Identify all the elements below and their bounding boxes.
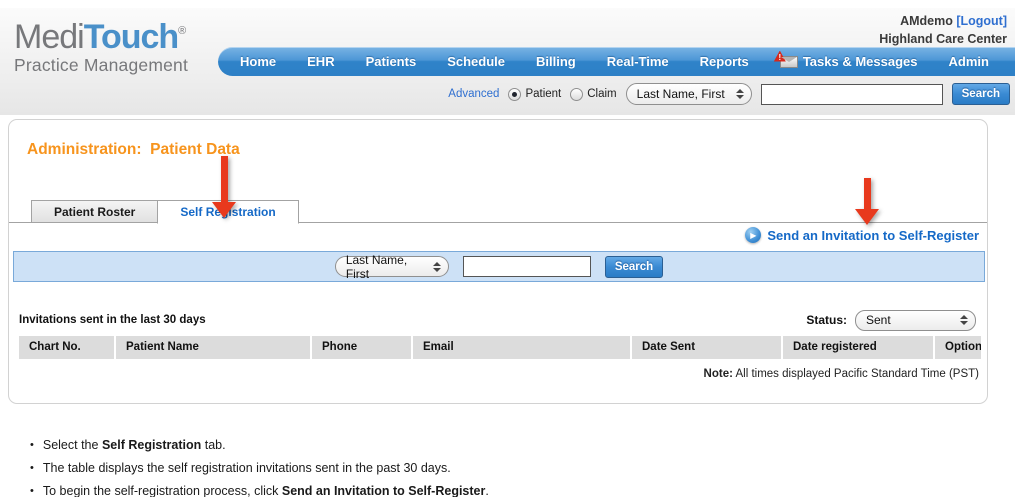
stepper-arrows-icon <box>735 89 744 99</box>
send-invitation-link[interactable]: Send an Invitation to Self-Register <box>767 228 979 243</box>
logo-wordmark: MediTouch® <box>14 20 188 54</box>
search-type-select-value: Last Name, First <box>636 87 725 101</box>
advanced-search-link[interactable]: Advanced <box>448 88 499 100</box>
tab-bar: Patient Roster Self Registration <box>31 200 299 224</box>
instruction-pre: Select the <box>42 438 102 452</box>
tab-patient-roster[interactable]: Patient Roster <box>31 200 158 223</box>
filter-search-button[interactable]: Search <box>604 255 664 278</box>
app-header: MediTouch® Practice Management AMdemo [L… <box>0 8 1015 115</box>
column-header-options: Options <box>935 336 981 359</box>
nav-item-reports[interactable]: Reports <box>700 54 749 69</box>
timezone-note: Note: All times displayed Pacific Standa… <box>704 368 979 380</box>
instruction-list: • Select the Self Registration tab. • Th… <box>30 438 1015 497</box>
list-item: • The table displays the self registrati… <box>30 461 1015 476</box>
logo-subtitle: Practice Management <box>14 55 189 75</box>
status-select-value: Sent <box>866 313 891 327</box>
global-search-row: Advanced Patient Claim Last Name, First … <box>448 83 1010 105</box>
column-header-patient-name: Patient Name <box>116 336 310 359</box>
stepper-arrows-icon <box>432 261 441 272</box>
list-item: • Select the Self Registration tab. <box>30 438 1015 453</box>
username: AMdemo <box>900 14 953 28</box>
top-strip <box>0 0 1015 8</box>
user-info: AMdemo [Logout] Highland Care Center <box>879 12 1007 48</box>
instruction-bold: Send an Invitation to Self-Register <box>281 484 486 497</box>
note-label: Note: <box>703 368 733 380</box>
instruction-bold: Self Registration <box>101 438 202 452</box>
claim-radio-group[interactable]: Claim <box>570 87 617 101</box>
page-title: Administration: Patient Data <box>27 141 240 158</box>
instruction-pre: To begin the self-registration process, … <box>42 484 282 497</box>
status-filter-group: Status: Sent <box>806 309 976 331</box>
red-arrow-send-invitation <box>855 178 879 225</box>
column-header-phone: Phone <box>312 336 411 359</box>
list-item: • To begin the self-registration process… <box>30 484 1015 497</box>
nav-item-home[interactable]: Home <box>240 54 276 69</box>
filter-select[interactable]: Last Name, First <box>334 253 449 281</box>
nav-item-admin[interactable]: Admin <box>949 54 989 69</box>
status-select[interactable]: Sent <box>855 309 976 331</box>
instruction-text: Select the Self Registration tab. <box>43 438 226 453</box>
nav-item-tasks-messages-label: Tasks & Messages <box>802 54 918 69</box>
instruction-post: . <box>485 484 489 497</box>
nav-item-real-time[interactable]: Real-Time <box>607 54 669 69</box>
status-label: Status: <box>806 313 847 327</box>
claim-radio[interactable] <box>570 87 584 101</box>
search-type-select[interactable]: Last Name, First <box>625 83 752 105</box>
invitation-filter-bar: Last Name, First Search <box>13 251 985 282</box>
column-header-date-sent: Date Sent <box>632 336 781 359</box>
filter-search-input[interactable] <box>462 256 591 277</box>
registered-mark-icon: ® <box>178 25 186 37</box>
patient-radio-label: Patient <box>525 88 562 100</box>
meditouch-logo: MediTouch® Practice Management <box>14 20 188 75</box>
global-search-input[interactable] <box>760 83 943 105</box>
envelope-alert-icon: ! <box>773 50 798 68</box>
send-invitation-row[interactable]: ▶ Send an Invitation to Self-Register <box>745 227 979 243</box>
logout-link[interactable]: [Logout] <box>956 14 1007 28</box>
global-search-button[interactable]: Search <box>951 83 1010 105</box>
invitations-table-header: Chart No. Patient Name Phone Email Date … <box>19 336 981 359</box>
instruction-text: To begin the self-registration process, … <box>43 484 489 497</box>
stepper-arrows-icon <box>960 315 968 325</box>
status-row: Invitations sent in the last 30 days Sta… <box>19 309 976 331</box>
column-header-chart-no: Chart No. <box>19 336 114 359</box>
logo-medi: Medi <box>14 18 85 56</box>
user-line: AMdemo [Logout] <box>879 12 1007 30</box>
filter-select-value: Last Name, First <box>345 252 408 281</box>
bullet-icon: • <box>30 462 34 474</box>
nav-item-patients[interactable]: Patients <box>366 54 417 69</box>
nav-item-ehr[interactable]: EHR <box>307 54 334 69</box>
instruction-pre: The table displays the self registration… <box>42 461 451 475</box>
alert-triangle-icon: ! <box>773 50 786 62</box>
bullet-icon: • <box>30 439 34 451</box>
patient-radio-group[interactable]: Patient <box>508 87 562 101</box>
main-navbar: Home EHR Patients Schedule Billing Real-… <box>218 47 1015 76</box>
nav-item-tasks-messages[interactable]: ! Tasks & Messages <box>773 50 918 69</box>
nav-item-billing[interactable]: Billing <box>536 54 576 69</box>
note-text: All times displayed Pacific Standard Tim… <box>732 368 979 380</box>
claim-radio-label: Claim <box>587 88 617 100</box>
instruction-text: The table displays the self registration… <box>43 461 451 476</box>
nav-item-schedule[interactable]: Schedule <box>447 54 505 69</box>
logo-touch: Touch <box>83 18 179 56</box>
column-header-date-registered: Date registered <box>783 336 933 359</box>
bullet-icon: • <box>30 485 34 497</box>
admin-patient-data-panel: Administration: Patient Data Patient Ros… <box>8 119 988 404</box>
organization-name: Highland Care Center <box>879 32 1007 46</box>
patient-radio[interactable] <box>508 87 522 101</box>
instruction-post: tab. <box>201 438 226 452</box>
column-header-email: Email <box>413 336 630 359</box>
list-caption: Invitations sent in the last 30 days <box>19 314 206 326</box>
red-arrow-self-registration-tab <box>212 156 236 218</box>
play-circle-icon: ▶ <box>745 227 762 243</box>
